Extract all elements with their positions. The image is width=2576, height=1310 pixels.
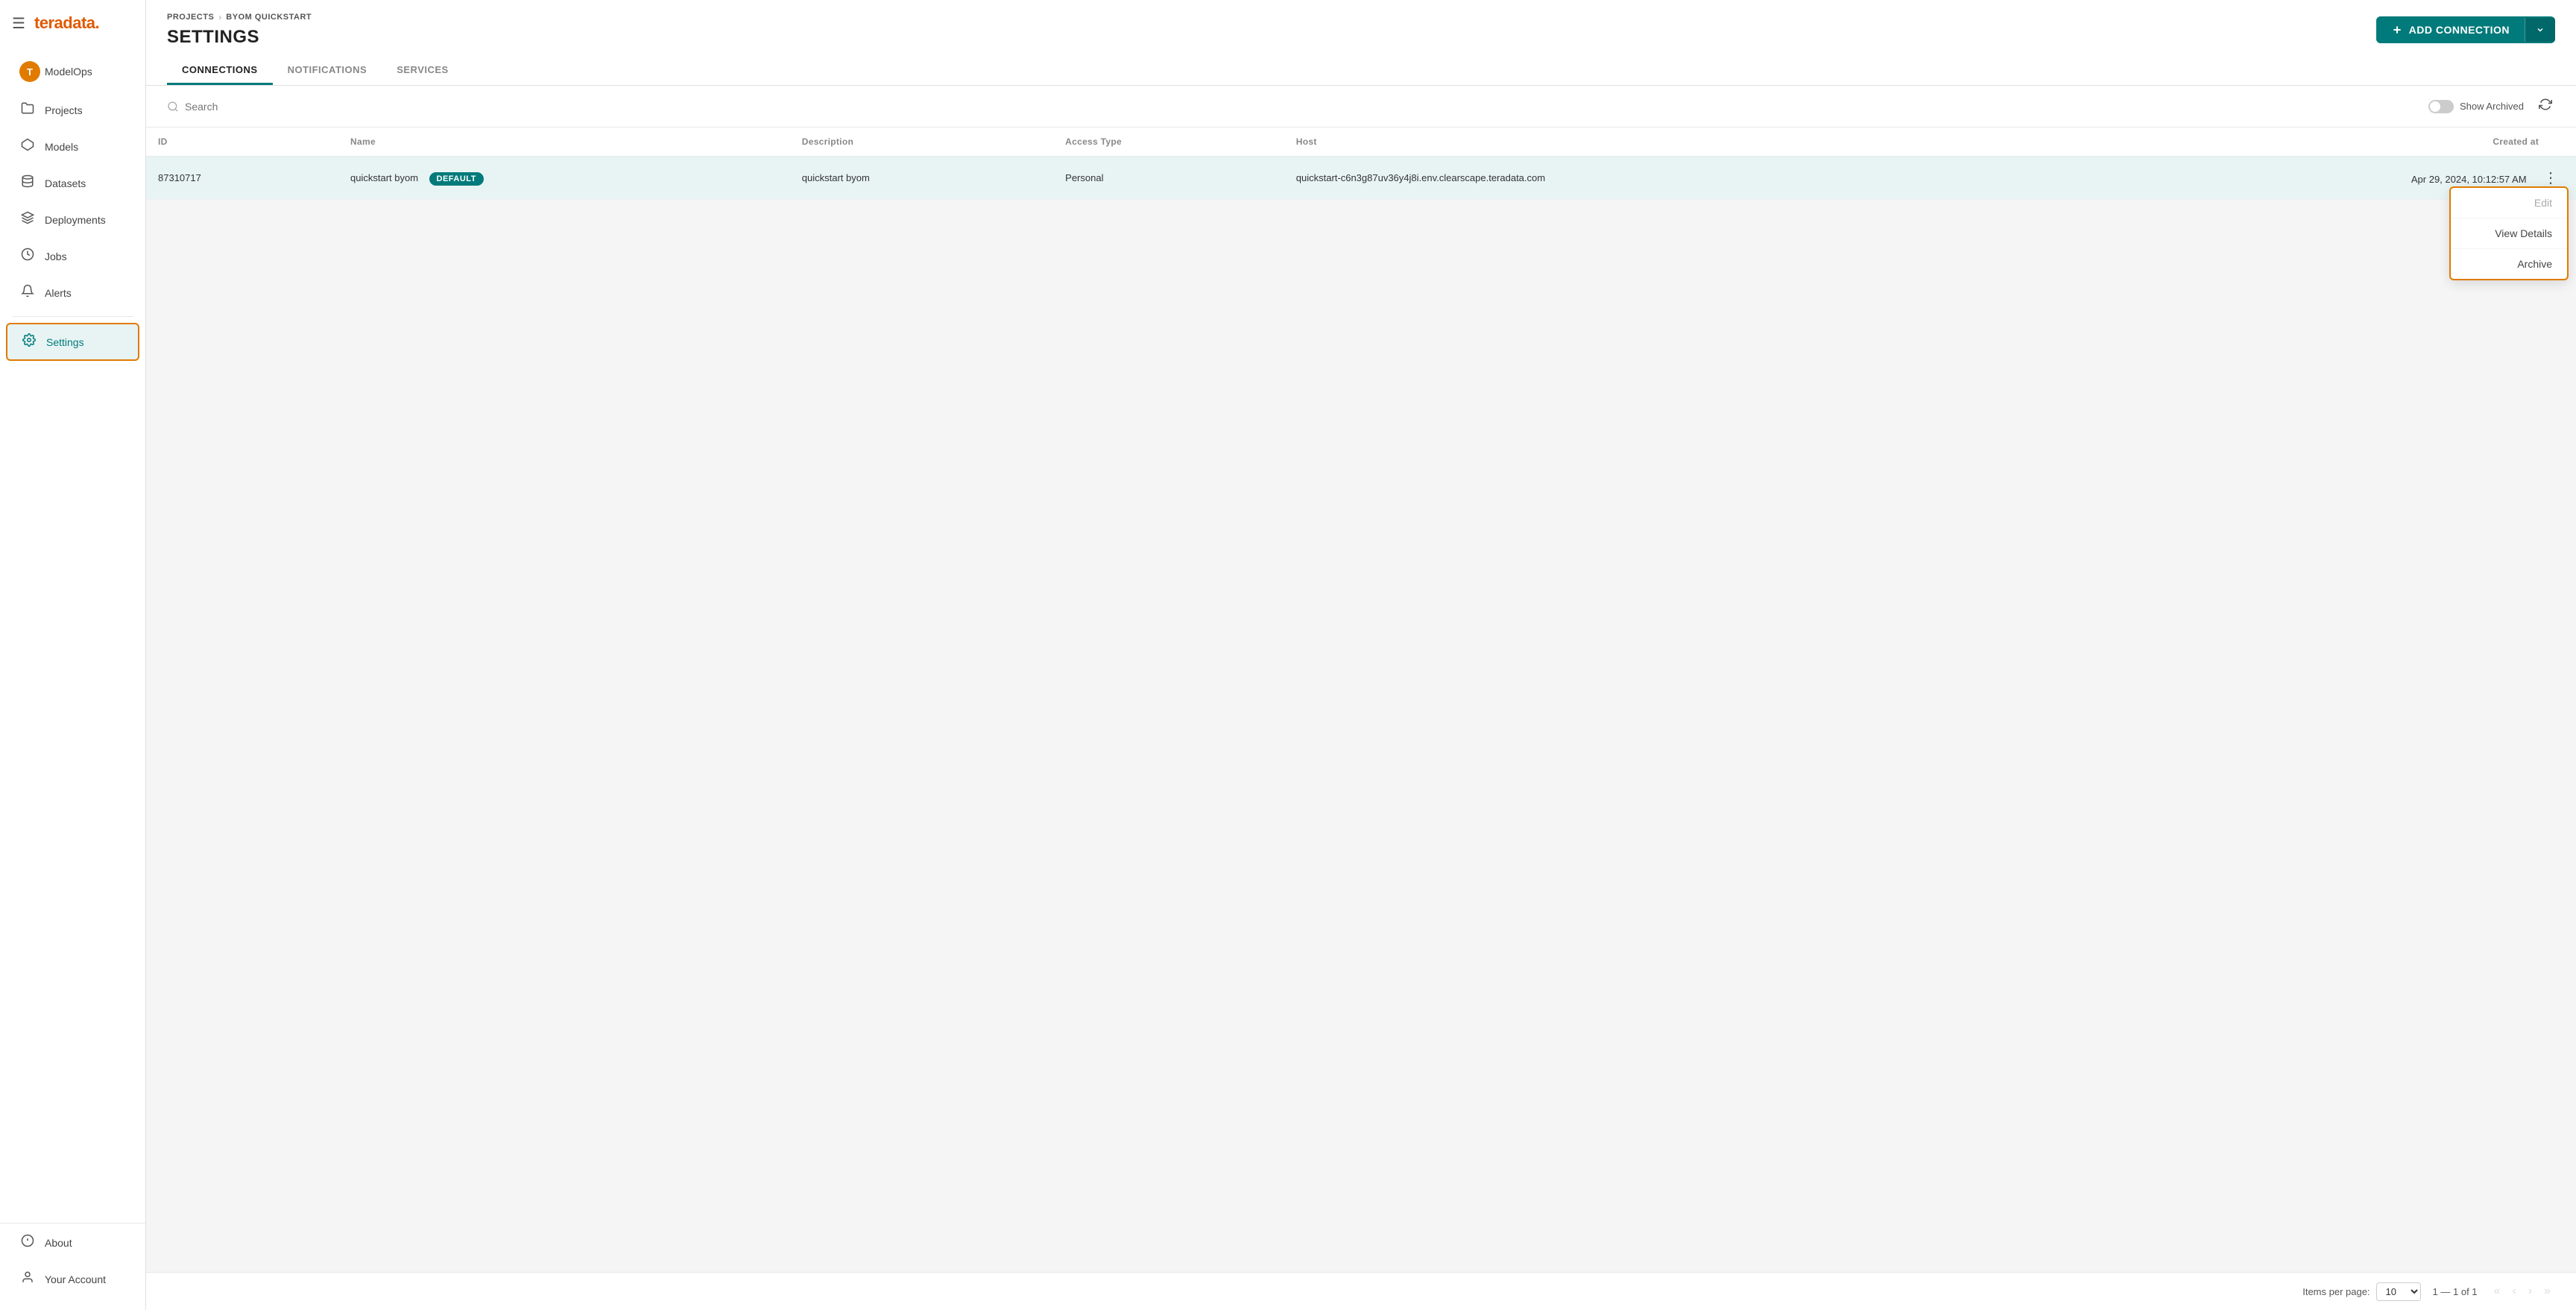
table-head: ID Name Description Access Type Host Cre… xyxy=(146,127,2576,157)
connections-table: ID Name Description Access Type Host Cre… xyxy=(146,127,2576,200)
col-name: Name xyxy=(338,127,790,157)
row-dropdown-menu: Edit View Details Archive xyxy=(2449,186,2569,280)
pagination-buttons: « ‹ › » xyxy=(2490,1282,2555,1301)
sidebar-header: ☰ teradata. xyxy=(0,0,145,43)
sidebar-item-projects[interactable]: Projects xyxy=(6,92,139,127)
deployments-icon xyxy=(19,211,36,228)
cell-id: 87310717 xyxy=(146,157,338,200)
about-icon xyxy=(19,1234,36,1251)
add-connection-label: ADD CONNECTION xyxy=(2409,24,2510,36)
sidebar-item-alerts-label: Alerts xyxy=(45,287,72,299)
cell-created-at: Apr 29, 2024, 10:12:57 AM ⋮ Edit View De… xyxy=(2068,157,2576,200)
refresh-button[interactable] xyxy=(2536,95,2555,118)
sidebar-item-deployments-label: Deployments xyxy=(45,214,106,226)
row-more-button[interactable]: ⋮ xyxy=(2537,167,2564,189)
items-per-page-label: Items per page: xyxy=(2302,1286,2370,1297)
sidebar-item-your-account[interactable]: Your Account xyxy=(6,1262,139,1297)
settings-icon xyxy=(21,333,37,350)
table-area: Show Archived ID Name Description Access… xyxy=(146,86,2576,1272)
refresh-icon xyxy=(2539,98,2552,111)
hamburger-icon[interactable]: ☰ xyxy=(12,14,25,33)
breadcrumb-separator: › xyxy=(218,12,221,22)
sidebar-item-modelops[interactable]: T ModelOps xyxy=(6,52,139,91)
dropdown-item-view-details[interactable]: View Details xyxy=(2451,218,2567,249)
page-title: SETTINGS xyxy=(167,27,312,48)
sidebar-divider xyxy=(12,316,133,317)
pagination-info: 1 — 1 of 1 xyxy=(2433,1286,2478,1297)
models-icon xyxy=(19,138,36,155)
add-connection-main[interactable]: ADD CONNECTION xyxy=(2376,16,2525,43)
sidebar-item-models-label: Models xyxy=(45,141,78,153)
breadcrumb-projects[interactable]: PROJECTS xyxy=(167,13,214,22)
table-toolbar: Show Archived xyxy=(146,86,2576,127)
col-host: Host xyxy=(1284,127,2068,157)
sidebar-item-datasets-label: Datasets xyxy=(45,177,86,189)
search-icon xyxy=(167,101,179,113)
sidebar-item-settings[interactable]: Settings xyxy=(6,323,139,361)
pagination-next-button[interactable]: › xyxy=(2524,1282,2536,1301)
show-archived-label: Show Archived xyxy=(2460,101,2524,112)
tab-notifications[interactable]: NOTIFICATIONS xyxy=(273,57,382,85)
sidebar-item-models[interactable]: Models xyxy=(6,129,139,164)
sidebar-nav: T ModelOps Projects Models Datasets xyxy=(0,43,145,1215)
breadcrumb-current: BYOM QUICKSTART xyxy=(226,13,312,22)
projects-icon xyxy=(19,101,36,119)
cell-name: quickstart byom DEFAULT xyxy=(338,157,790,200)
chevron-down-icon xyxy=(2536,25,2545,34)
sidebar-item-deployments[interactable]: Deployments xyxy=(6,202,139,237)
col-created-at: Created at xyxy=(2068,127,2576,157)
sidebar-item-your-account-label: Your Account xyxy=(45,1273,106,1285)
dropdown-item-edit[interactable]: Edit xyxy=(2451,188,2567,218)
header: PROJECTS › BYOM QUICKSTART SETTINGS ADD … xyxy=(146,0,2576,86)
sidebar-item-about-label: About xyxy=(45,1237,72,1249)
show-archived-toggle: Show Archived xyxy=(2428,100,2524,113)
your-account-icon xyxy=(19,1270,36,1288)
table-row[interactable]: 87310717 quickstart byom DEFAULT quickst… xyxy=(146,157,2576,200)
sidebar-item-jobs-label: Jobs xyxy=(45,251,67,262)
col-description: Description xyxy=(790,127,1053,157)
table-body: 87310717 quickstart byom DEFAULT quickst… xyxy=(146,157,2576,200)
main-content: PROJECTS › BYOM QUICKSTART SETTINGS ADD … xyxy=(146,0,2576,1310)
add-connection-button[interactable]: ADD CONNECTION xyxy=(2376,16,2555,43)
jobs-icon xyxy=(19,248,36,265)
modelops-icon: T xyxy=(19,61,36,82)
sidebar-item-about[interactable]: About xyxy=(6,1225,139,1260)
sidebar-item-jobs[interactable]: Jobs xyxy=(6,239,139,274)
sidebar-item-modelops-label: ModelOps xyxy=(45,66,92,78)
add-connection-dropdown-arrow[interactable] xyxy=(2525,18,2555,42)
page-title-row: PROJECTS › BYOM QUICKSTART SETTINGS ADD … xyxy=(167,12,2555,48)
breadcrumb: PROJECTS › BYOM QUICKSTART xyxy=(167,12,312,22)
sidebar-item-settings-label: Settings xyxy=(46,336,84,348)
pagination-first-button[interactable]: « xyxy=(2490,1282,2505,1301)
plus-icon xyxy=(2391,24,2403,36)
cell-description: quickstart byom xyxy=(790,157,1053,200)
per-page-select[interactable]: 10 25 50 100 xyxy=(2376,1282,2421,1301)
col-access-type: Access Type xyxy=(1053,127,1284,157)
items-per-page: Items per page: 10 25 50 100 xyxy=(2302,1282,2420,1301)
tabs: CONNECTIONS NOTIFICATIONS SERVICES xyxy=(167,57,2555,85)
cell-access-type: Personal xyxy=(1053,157,1284,200)
sidebar-item-projects-label: Projects xyxy=(45,104,83,116)
search-box xyxy=(167,101,334,113)
dropdown-item-archive[interactable]: Archive xyxy=(2451,249,2567,279)
default-badge: DEFAULT xyxy=(429,172,484,186)
sidebar-item-alerts[interactable]: Alerts xyxy=(6,275,139,310)
pagination-prev-button[interactable]: ‹ xyxy=(2507,1282,2520,1301)
col-id: ID xyxy=(146,127,338,157)
toolbar-right: Show Archived xyxy=(2428,95,2555,118)
alerts-icon xyxy=(19,284,36,301)
sidebar: ☰ teradata. T ModelOps Projects Models xyxy=(0,0,146,1310)
datasets-icon xyxy=(19,174,36,192)
logo: teradata. xyxy=(34,13,99,33)
pagination-bar: Items per page: 10 25 50 100 1 — 1 of 1 … xyxy=(146,1272,2576,1310)
show-archived-switch[interactable] xyxy=(2428,100,2454,113)
sidebar-bottom: About Your Account xyxy=(0,1223,145,1310)
pagination-last-button[interactable]: » xyxy=(2539,1282,2555,1301)
sidebar-item-datasets[interactable]: Datasets xyxy=(6,166,139,201)
cell-host: quickstart-c6n3g87uv36y4j8i.env.clearsca… xyxy=(1284,157,2068,200)
tab-connections[interactable]: CONNECTIONS xyxy=(167,57,273,85)
tab-services[interactable]: SERVICES xyxy=(382,57,464,85)
search-input[interactable] xyxy=(185,101,334,113)
